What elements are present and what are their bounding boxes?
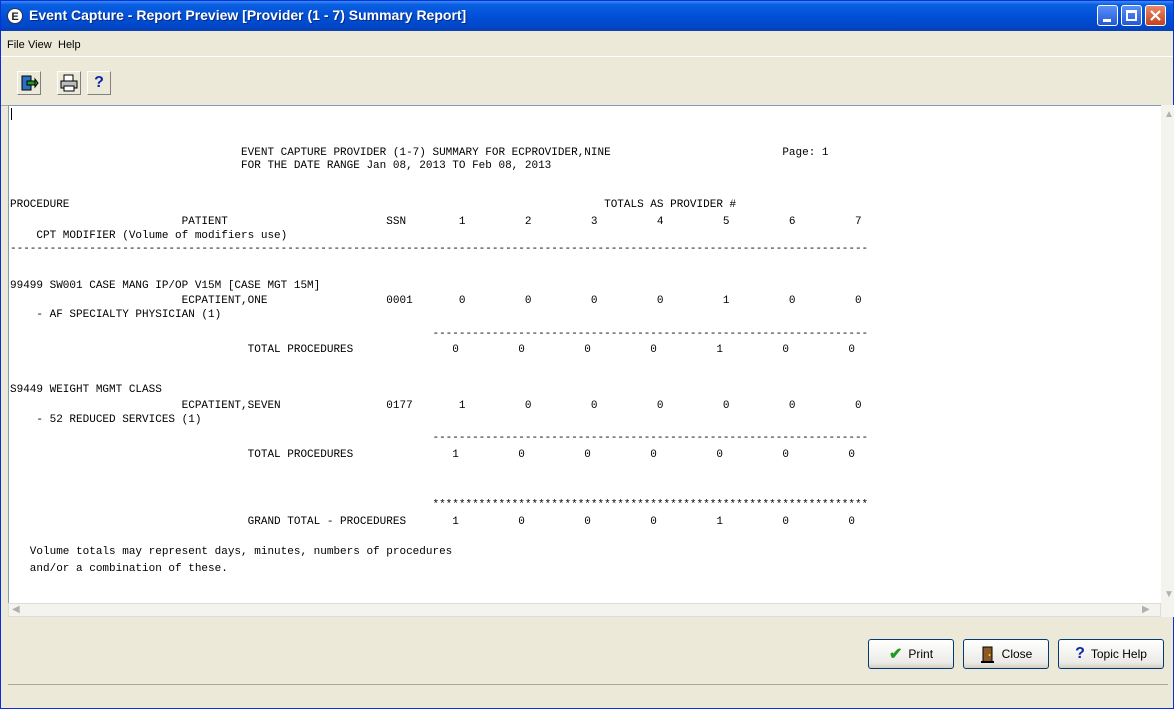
- report-line: 99499 SW001 CASE MANG IP/OP V15M [CASE M…: [10, 280, 321, 292]
- menu-view[interactable]: View: [28, 39, 52, 51]
- close-button[interactable]: Close: [963, 639, 1049, 669]
- print-button-label: Print: [908, 647, 934, 661]
- report-line: CPT MODIFIER (Volume of modifiers use): [10, 230, 288, 242]
- question-icon: ?: [1075, 645, 1085, 662]
- printer-icon: [60, 74, 78, 92]
- exit-button[interactable]: [17, 71, 41, 95]
- door-exit-icon: [980, 646, 994, 663]
- title-bar[interactable]: E Event Capture - Report Preview [Provid…: [1, 1, 1173, 31]
- menu-help[interactable]: Help: [58, 39, 81, 51]
- report-line: S9449 WEIGHT MGMT CLASS: [10, 384, 162, 396]
- print-toolbar-button[interactable]: [57, 71, 81, 95]
- print-button[interactable]: ✔ Print: [868, 639, 954, 669]
- scroll-left-icon[interactable]: ◀: [12, 604, 20, 615]
- window-title: Event Capture - Report Preview [Provider…: [29, 7, 467, 23]
- toolbar: ?: [1, 56, 1173, 106]
- menu-file[interactable]: File: [7, 39, 25, 51]
- report-preview-area[interactable]: EVENT CAPTURE PROVIDER (1-7) SUMMARY FOR…: [8, 105, 1163, 604]
- report-line: ----------------------------------------…: [10, 328, 869, 340]
- horizontal-scrollbar[interactable]: ◀ ▶: [8, 603, 1161, 617]
- text-caret: [11, 108, 12, 120]
- close-button-label: Close: [1001, 647, 1033, 661]
- exit-icon: [21, 75, 39, 91]
- app-icon: E: [7, 8, 23, 24]
- maximize-icon: [1126, 10, 1137, 21]
- report-line: and/or a combination of these.: [10, 563, 228, 575]
- checkmark-icon: ✔: [888, 646, 903, 663]
- menu-bar: File View Help: [1, 31, 1173, 55]
- help-toolbar-button[interactable]: ?: [87, 71, 111, 95]
- topic-help-button-label: Topic Help: [1090, 647, 1147, 661]
- report-line: - 52 REDUCED SERVICES (1): [10, 414, 202, 426]
- report-line: ECPATIENT,ONE 0001 0 0 0 0 1 0 0: [10, 295, 862, 307]
- scroll-down-icon[interactable]: ▼: [1164, 589, 1174, 600]
- scroll-up-icon[interactable]: ▲: [1164, 109, 1174, 120]
- report-line: FOR THE DATE RANGE Jan 08, 2013 TO Feb 0…: [10, 160, 552, 172]
- report-line: Volume totals may represent days, minute…: [10, 546, 453, 558]
- report-line: - AF SPECIALTY PHYSICIAN (1): [10, 309, 222, 321]
- report-preview-window: E Event Capture - Report Preview [Provid…: [0, 0, 1174, 709]
- help-icon: ?: [94, 74, 104, 91]
- vertical-scrollbar[interactable]: ▲ ▼: [1161, 105, 1174, 617]
- report-line: TOTAL PROCEDURES 0 0 0 0 1 0 0: [10, 344, 855, 356]
- report-line: GRAND TOTAL - PROCEDURES 1 0 0 0 1 0 0: [10, 516, 855, 528]
- report-line: PATIENT SSN 1 2 3 4 5 6 7: [10, 216, 862, 228]
- minimize-icon: [1103, 19, 1111, 22]
- report-line: ECPATIENT,SEVEN 0177 1 0 0 0 0 0 0: [10, 400, 862, 412]
- status-bar: [8, 684, 1168, 707]
- close-window-button[interactable]: [1145, 5, 1166, 26]
- scroll-right-icon[interactable]: ▶: [1142, 604, 1150, 615]
- report-line: EVENT CAPTURE PROVIDER (1-7) SUMMARY FOR…: [10, 147, 829, 159]
- close-icon: [1150, 10, 1161, 21]
- report-line: PROCEDURE TOTALS AS PROVIDER #: [10, 199, 737, 211]
- report-line: ****************************************…: [10, 499, 869, 511]
- maximize-button[interactable]: [1121, 5, 1142, 26]
- report-line: TOTAL PROCEDURES 1 0 0 0 0 0 0: [10, 449, 855, 461]
- topic-help-button[interactable]: ? Topic Help: [1058, 639, 1164, 669]
- minimize-button[interactable]: [1097, 5, 1118, 26]
- report-line: ----------------------------------------…: [10, 243, 869, 255]
- report-line: ----------------------------------------…: [10, 432, 869, 444]
